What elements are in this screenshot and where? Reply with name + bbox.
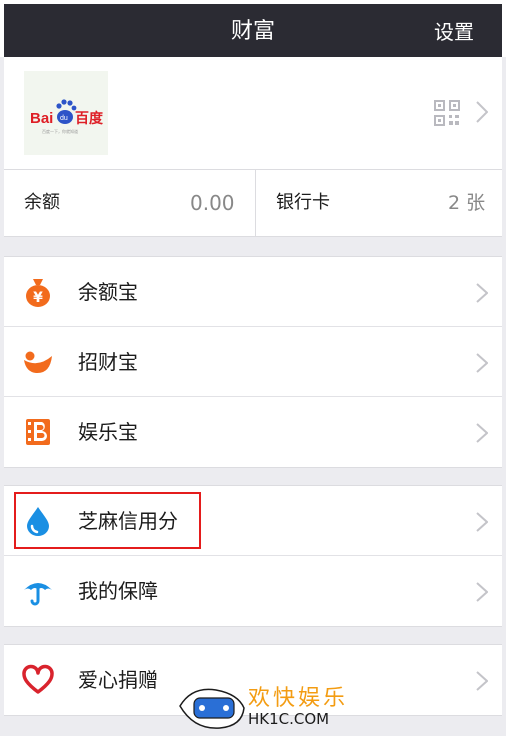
list-item-yuebao[interactable]: ¥ 余额宝: [4, 257, 502, 327]
fortune-bowl-icon: [24, 351, 52, 374]
chevron-right-icon: [476, 283, 488, 303]
film-b-icon: [26, 419, 50, 445]
balance-label: 余额: [24, 192, 60, 213]
umbrella-icon: [24, 583, 52, 606]
svg-text:Bai: Bai: [30, 110, 53, 127]
svg-text:百度: 百度: [75, 110, 104, 127]
list-item-label: 娱乐宝: [78, 420, 138, 444]
chevron-right-icon: [476, 582, 488, 602]
chevron-right-icon: [476, 671, 488, 691]
svg-text:du: du: [60, 115, 68, 122]
list-item-label: 爱心捐赠: [78, 668, 158, 692]
chevron-right-icon: [476, 512, 488, 532]
baidu-logo-icon: Bai du 百度 百度一下，你就知道: [30, 99, 104, 134]
heart-icon: [22, 664, 54, 694]
list-item-my-insurance[interactable]: 我的保障: [4, 556, 502, 626]
watermark-cn: 欢快娱乐: [248, 686, 349, 711]
list-item-yulebao[interactable]: 娱乐宝: [4, 397, 502, 467]
highlight-box: [14, 492, 201, 549]
list-item-zhaocaibao[interactable]: 招财宝: [4, 327, 502, 397]
list-item-label: 招财宝: [78, 350, 138, 374]
svg-text:¥: ¥: [33, 290, 43, 306]
svg-text:百度一下，你就知道: 百度一下，你就知道: [42, 128, 78, 134]
bank-card-value: 2 张: [448, 192, 486, 214]
list-item-label: 余额宝: [78, 280, 138, 304]
chevron-right-icon: [476, 353, 488, 373]
money-bag-icon: ¥: [26, 279, 50, 307]
baidu-logo: Bai du 百度 百度一下，你就知道: [24, 71, 108, 155]
profile-section[interactable]: Bai du 百度 百度一下，你就知道: [4, 57, 502, 169]
chevron-right-icon: [476, 423, 488, 443]
watermark-en: HK1C.COM: [248, 710, 330, 728]
top-navbar: 财富 设置: [0, 0, 506, 57]
balance-value: 0.00: [190, 191, 235, 215]
balance-row: 余额 0.00 银行卡 2 张: [4, 169, 502, 237]
chevron-right-icon: [476, 101, 488, 123]
qr-code-icon[interactable]: [434, 100, 460, 126]
divider: [255, 170, 256, 236]
bank-card-label: 银行卡: [276, 192, 330, 213]
list-item-label: 我的保障: [78, 579, 158, 603]
page-title: 财富: [230, 19, 275, 44]
settings-button[interactable]: 设置: [434, 12, 474, 52]
wealth-products-group: ¥ 余额宝 招财宝 娱乐宝: [4, 256, 502, 468]
